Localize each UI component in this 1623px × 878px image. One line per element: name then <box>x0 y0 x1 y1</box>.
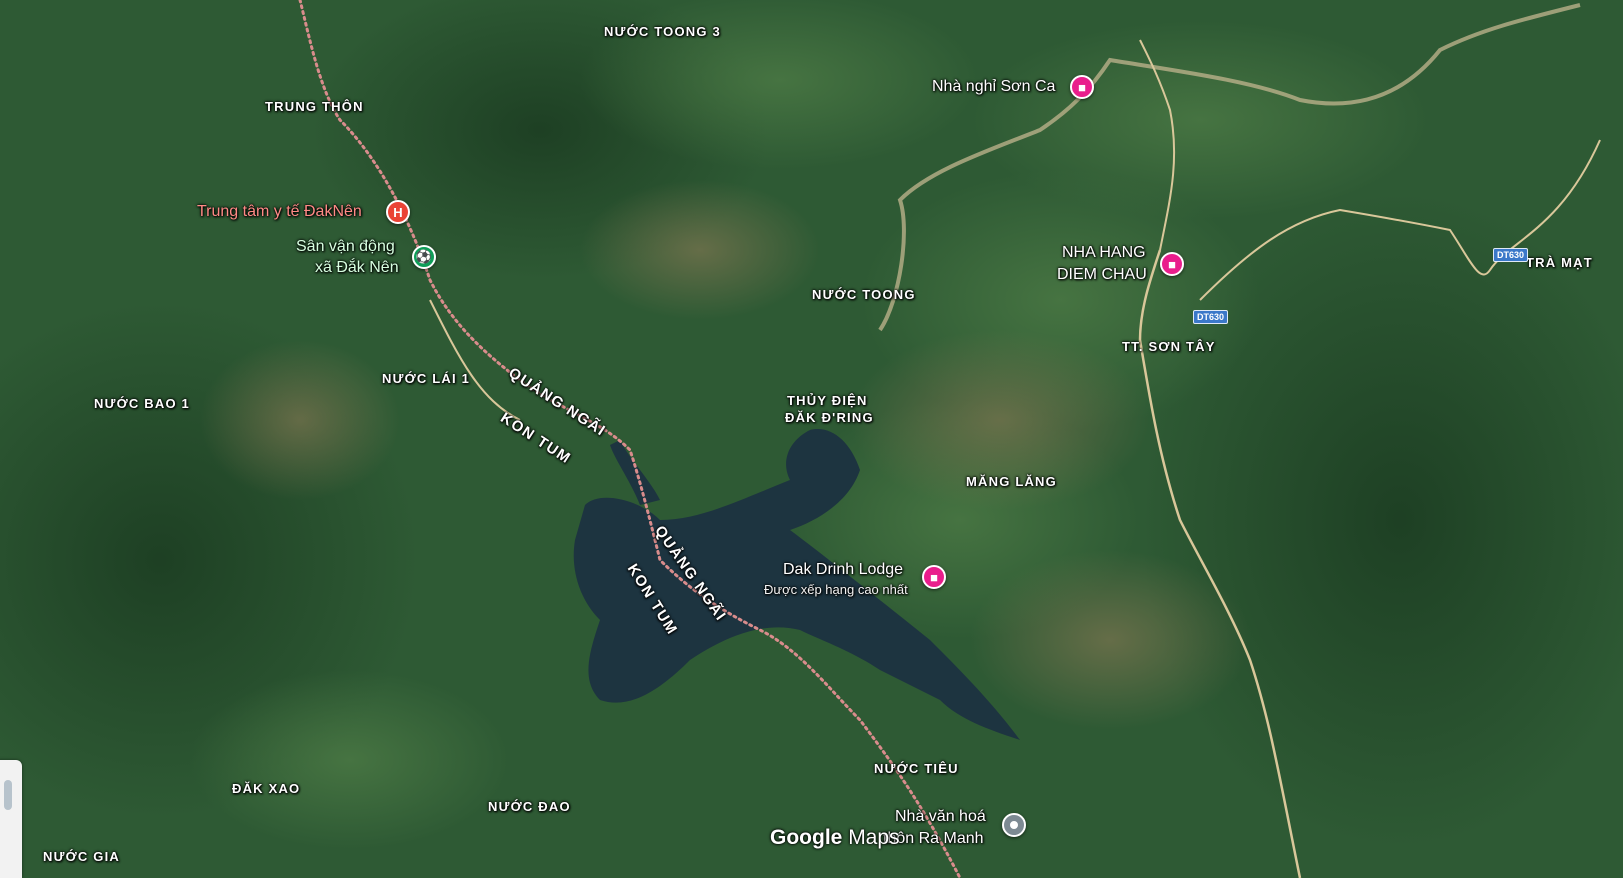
road-shield-dt630: DT630 <box>1193 310 1229 324</box>
place-label-nuoc-tieu: NƯỚC TIÊU <box>874 761 959 776</box>
hospital-icon[interactable]: H <box>386 200 410 224</box>
poi-label-trung-tam-y-te[interactable]: Trung tâm y tế ĐakNên <box>197 203 362 221</box>
satellite-map[interactable] <box>0 0 1623 878</box>
poi-label-nha-van-hoa-line1[interactable]: Nhà văn hoá <box>895 808 986 826</box>
poi-subtitle-dak-drinh-lodge: Được xếp hạng cao nhất <box>764 582 908 597</box>
poi-label-nha-nghi-son-ca[interactable]: Nhà nghỉ Sơn Ca <box>932 78 1055 96</box>
poi-label-nha-hang-line1[interactable]: NHA HANG <box>1062 244 1146 262</box>
place-label-dak-dring: ĐĂK Đ'RING <box>785 410 874 425</box>
hotel-icon[interactable]: ■ <box>922 565 946 589</box>
place-label-mang-lang: MĂNG LĂNG <box>966 474 1057 489</box>
place-label-tra-mat: TRÀ MẠT <box>1526 255 1593 270</box>
poi-label-nha-hang-line2[interactable]: DIEM CHAU <box>1057 266 1147 284</box>
pegman-icon <box>4 780 12 810</box>
place-label-nuoc-toong-3: NƯỚC TOONG 3 <box>604 24 721 39</box>
poi-label-san-van-dong-line1[interactable]: Sân vận động <box>296 238 395 256</box>
google-maps-logo: Google Maps <box>770 826 900 849</box>
hotel-icon[interactable]: ■ <box>1070 75 1094 99</box>
place-label-nuoc-gia: NƯỚC GIA <box>43 849 120 864</box>
road-shield-dt630: DT630 <box>1493 248 1529 262</box>
poi-label-dak-drinh-lodge[interactable]: Dak Drinh Lodge <box>783 561 903 579</box>
place-label-dak-xao: ĐĂK XAO <box>232 781 301 796</box>
place-label-thuy-dien: THỦY ĐIỆN <box>787 393 868 408</box>
landmark-icon[interactable] <box>1002 813 1026 837</box>
stadium-icon[interactable]: ⚽ <box>412 245 436 269</box>
poi-label-san-van-dong-line2[interactable]: xã Đắk Nên <box>315 259 399 277</box>
place-label-nuoc-dao: NƯỚC ĐAO <box>488 799 571 814</box>
place-label-nuoc-toong: NƯỚC TOONG <box>812 287 916 302</box>
pegman-control[interactable] <box>0 760 22 878</box>
hotel-icon[interactable]: ■ <box>1160 252 1184 276</box>
place-label-nuoc-bao-1: NƯỚC BAO 1 <box>94 396 190 411</box>
place-label-trung-thon: TRUNG THÔN <box>265 99 364 114</box>
place-label-nuoc-lai-1: NƯỚC LÁI 1 <box>382 371 471 386</box>
place-label-tt-son-tay: TT. SƠN TÂY <box>1122 339 1216 354</box>
